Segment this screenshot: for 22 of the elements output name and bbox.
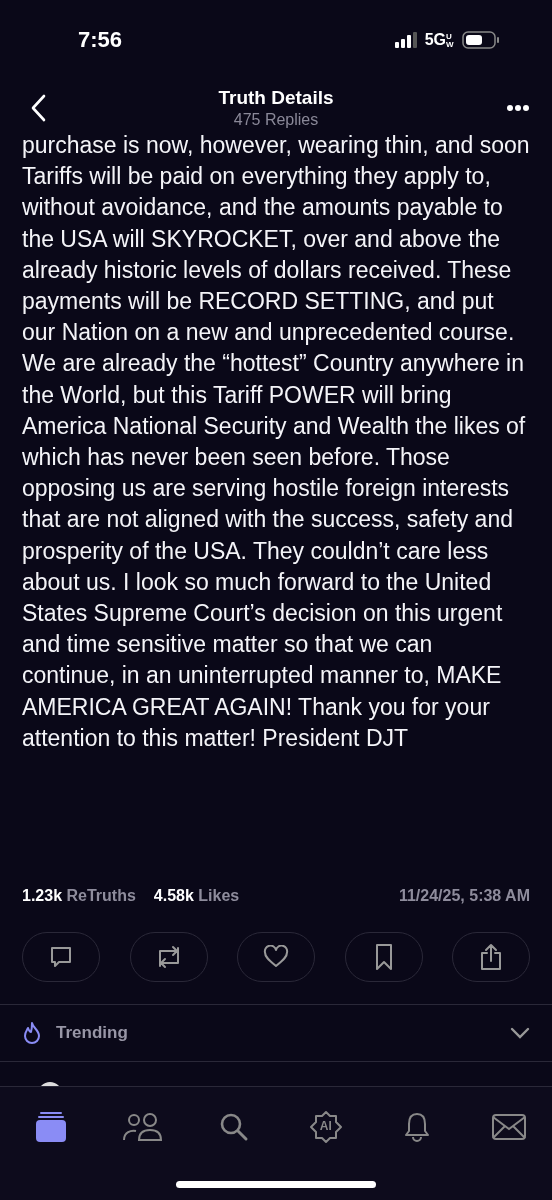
- share-icon: [479, 943, 503, 971]
- battery-icon: [462, 31, 500, 49]
- reply-button[interactable]: [22, 932, 100, 982]
- status-time: 7:56: [78, 27, 123, 53]
- post-timestamp: 11/24/25, 5:38 AM: [398, 887, 530, 905]
- speech-bubble-icon: [48, 944, 74, 970]
- signal-icon: [394, 32, 417, 48]
- like-button[interactable]: [237, 932, 315, 982]
- stat-count[interactable]: 4.58k Likes: [153, 887, 240, 905]
- post-text: purchase is now, however, wearing thin, and soon Tariffs will be paid on everything they apply to, without avoidance, and the amounts payable to the USA will SKYROCKET, over and above the already historic levels of dollars received. These payments will be RECORD SETTING, and put our Nation on a new and unprecedented course. We are already the “hottest” Country anywhere in the World, but this Tariff POWER will bring America National Security and Wealth the likes of which has never been seen before. Those opposing us are serving hostile foreign interests that are not aligned with the success, safety and prosperity of the USA. They couldn’t care less about us. I look so much forward to the United States Supreme Court’s decision on this urgent and time sensitive matter so that we can continue, in an uninterrupted manner to, MAKE AMERICA GREAT AGAIN! Thank you for your attention to this matter! President DJT: [22, 131, 530, 753]
- flame-icon: [22, 1021, 42, 1045]
- heart-icon: [263, 945, 289, 969]
- page-title: Truth Details: [218, 87, 334, 109]
- bookmark-icon: [373, 943, 394, 971]
- trending-label: Trending: [56, 1023, 129, 1043]
- more-icon[interactable]: [506, 104, 530, 112]
- replies-count: 475 Replies: [233, 111, 319, 129]
- stat-count[interactable]: 1.23k ReTruths: [22, 887, 136, 905]
- chevron-icon: [510, 1027, 530, 1039]
- share-button[interactable]: [452, 932, 530, 982]
- trending-section[interactable]: Trending: [0, 1004, 552, 1062]
- back-icon[interactable]: [30, 94, 46, 122]
